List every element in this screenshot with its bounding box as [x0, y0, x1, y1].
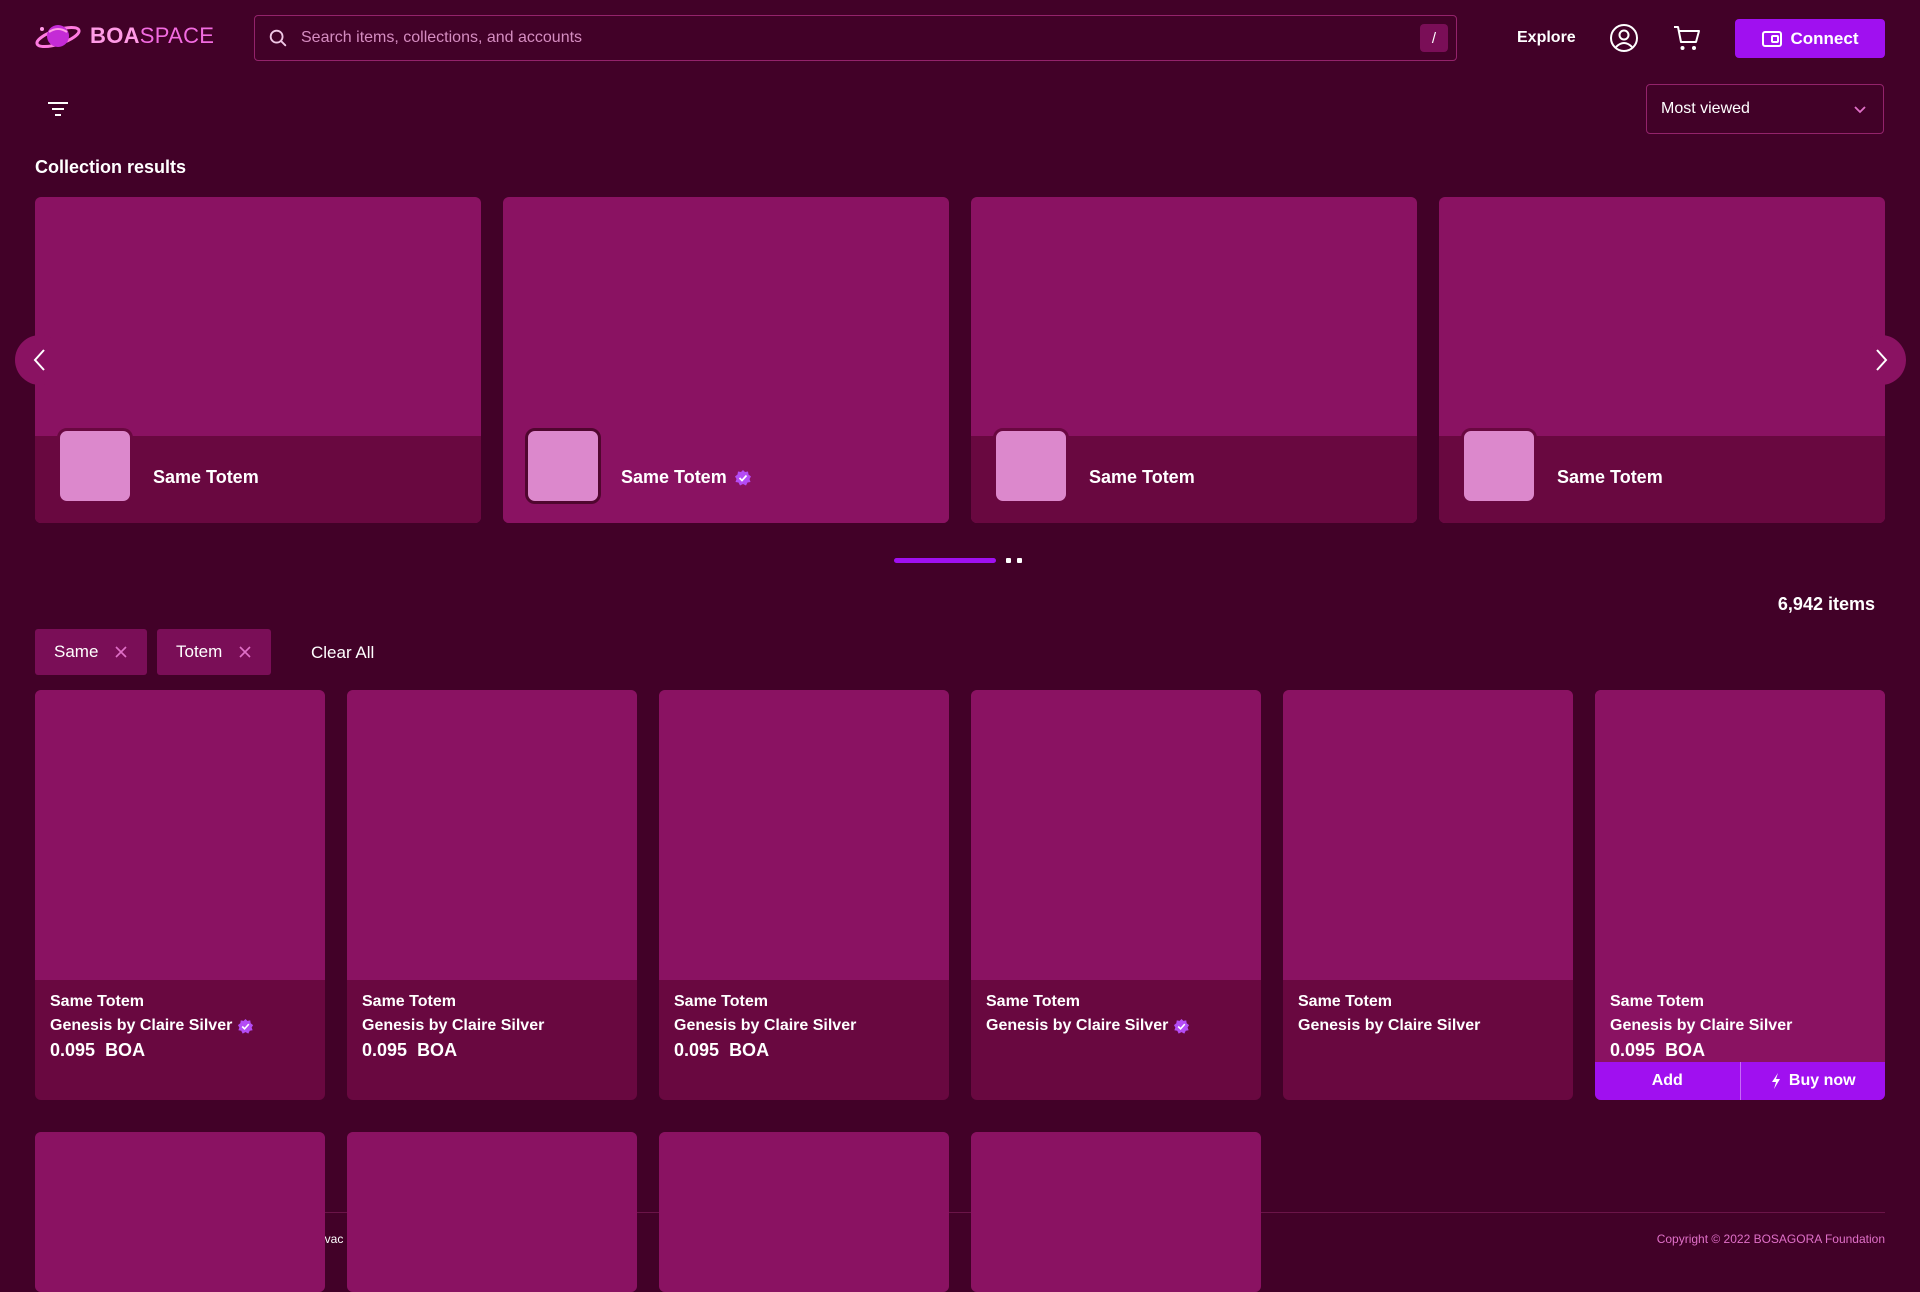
item-image: [35, 1132, 325, 1292]
verified-badge-icon: [1174, 1018, 1190, 1034]
search-bar[interactable]: /: [254, 15, 1457, 61]
collection-card[interactable]: Same Totem: [503, 197, 949, 523]
item-collection: Genesis by Claire Silver: [50, 1017, 233, 1034]
item-card[interactable]: Same Totem Genesis by Claire Silver 0.09…: [35, 690, 325, 1100]
item-collection: Genesis by Claire Silver: [1298, 1017, 1481, 1034]
item-card[interactable]: Same Totem Genesis by Claire Silver 0.09…: [659, 690, 949, 1100]
chevron-right-icon: [1876, 349, 1888, 371]
carousel-dot[interactable]: [1006, 558, 1011, 563]
planet-logo-icon: [35, 25, 81, 49]
item-image: [1595, 690, 1885, 980]
item-card[interactable]: Same Totem Genesis by Claire Silver 0.09…: [347, 690, 637, 1100]
privacy-link[interactable]: ivac: [322, 1232, 343, 1246]
item-actions: Add Buy now: [1595, 1062, 1885, 1100]
search-shortcut-badge: /: [1420, 24, 1448, 52]
sort-selected-value: Most viewed: [1661, 100, 1750, 117]
item-price: 0.095 BOA: [674, 1040, 770, 1060]
item-price: 0.095 BOA: [1610, 1040, 1706, 1060]
add-to-cart-button[interactable]: Add: [1595, 1062, 1740, 1100]
connect-label: Connect: [1790, 28, 1859, 48]
chevron-down-icon: [1854, 106, 1866, 114]
lightning-icon: [1771, 1073, 1780, 1089]
item-image: [659, 690, 949, 980]
filter-chip[interactable]: Same: [35, 629, 148, 675]
filter-toggle-button[interactable]: [44, 97, 72, 121]
collection-avatar: [1461, 428, 1537, 504]
item-title: Same Totem: [1298, 993, 1392, 1010]
explore-link[interactable]: Explore: [1517, 29, 1576, 47]
item-image: [1283, 690, 1573, 980]
carousel-next-button[interactable]: [1856, 335, 1906, 385]
collection-card[interactable]: Same Totem: [35, 197, 481, 523]
cart-button[interactable]: [1670, 21, 1704, 55]
carousel-dot[interactable]: [1017, 558, 1022, 563]
sort-dropdown[interactable]: Most viewed: [1646, 84, 1884, 134]
item-title: Same Totem: [674, 993, 768, 1010]
collection-avatar: [57, 428, 133, 504]
close-icon[interactable]: [114, 645, 128, 659]
item-image: [347, 690, 637, 980]
collection-name: Same Totem: [1089, 467, 1195, 487]
clear-all-button[interactable]: Clear All: [311, 643, 374, 663]
item-card[interactable]: [971, 1132, 1261, 1292]
search-icon: [269, 29, 287, 47]
collection-card[interactable]: Same Totem: [1439, 197, 1885, 523]
item-image: [35, 690, 325, 980]
item-title: Same Totem: [1610, 993, 1704, 1010]
item-count: 6,942 items: [1777, 594, 1875, 614]
chevron-left-icon: [33, 349, 45, 371]
item-title: Same Totem: [986, 993, 1080, 1010]
item-card[interactable]: [347, 1132, 637, 1292]
item-title: Same Totem: [362, 993, 456, 1010]
logo[interactable]: BOASPACE: [34, 20, 214, 52]
collection-card[interactable]: Same Totem: [971, 197, 1417, 523]
item-image: [347, 1132, 637, 1292]
collection-results-heading: Collection results: [35, 157, 187, 177]
collection-name: Same Totem: [153, 467, 259, 487]
item-card[interactable]: Same Totem Genesis by Claire Silver 0.09…: [1595, 690, 1885, 1100]
item-image: [659, 1132, 949, 1292]
collection-name: Same Totem: [1557, 467, 1663, 487]
collection-name: Same Totem: [621, 467, 727, 487]
account-button[interactable]: [1607, 21, 1641, 55]
connect-wallet-button[interactable]: Connect: [1735, 19, 1885, 58]
item-card[interactable]: Same Totem Genesis by Claire Silver: [971, 690, 1261, 1100]
item-collection: Genesis by Claire Silver: [1610, 1017, 1793, 1034]
copyright-text: Copyright © 2022 BOSAGORA Foundation: [1656, 1232, 1885, 1246]
collection-avatar: [525, 428, 601, 504]
buy-now-button[interactable]: Buy now: [1739, 1062, 1885, 1100]
carousel-prev-button[interactable]: [15, 335, 65, 385]
filter-icon: [48, 102, 68, 116]
close-icon[interactable]: [238, 645, 252, 659]
filter-chip-label: Same: [54, 642, 99, 661]
filter-chip-label: Totem: [176, 642, 223, 661]
cart-icon: [1674, 26, 1700, 50]
item-card[interactable]: [35, 1132, 325, 1292]
verified-badge-icon: [734, 469, 751, 485]
item-image: [971, 1132, 1261, 1292]
wallet-icon: [1761, 30, 1782, 47]
carousel-dot-active[interactable]: [894, 558, 996, 563]
user-circle-icon: [1610, 24, 1638, 52]
item-image: [971, 690, 1261, 980]
collection-avatar: [993, 428, 1069, 504]
verified-badge-icon: [238, 1018, 254, 1034]
item-card[interactable]: Same Totem Genesis by Claire Silver: [1283, 690, 1573, 1100]
filter-chip[interactable]: Totem: [157, 629, 272, 675]
item-card[interactable]: [659, 1132, 949, 1292]
item-collection: Genesis by Claire Silver: [362, 1017, 545, 1034]
search-input[interactable]: [299, 28, 1420, 48]
item-collection: Genesis by Claire Silver: [986, 1017, 1169, 1034]
item-collection: Genesis by Claire Silver: [674, 1017, 857, 1034]
item-price: 0.095 BOA: [362, 1040, 458, 1060]
item-title: Same Totem: [50, 993, 144, 1010]
logo-wordmark: BOASPACE: [90, 23, 215, 48]
carousel-pagination: [894, 558, 1022, 563]
item-price: 0.095 BOA: [50, 1040, 146, 1060]
